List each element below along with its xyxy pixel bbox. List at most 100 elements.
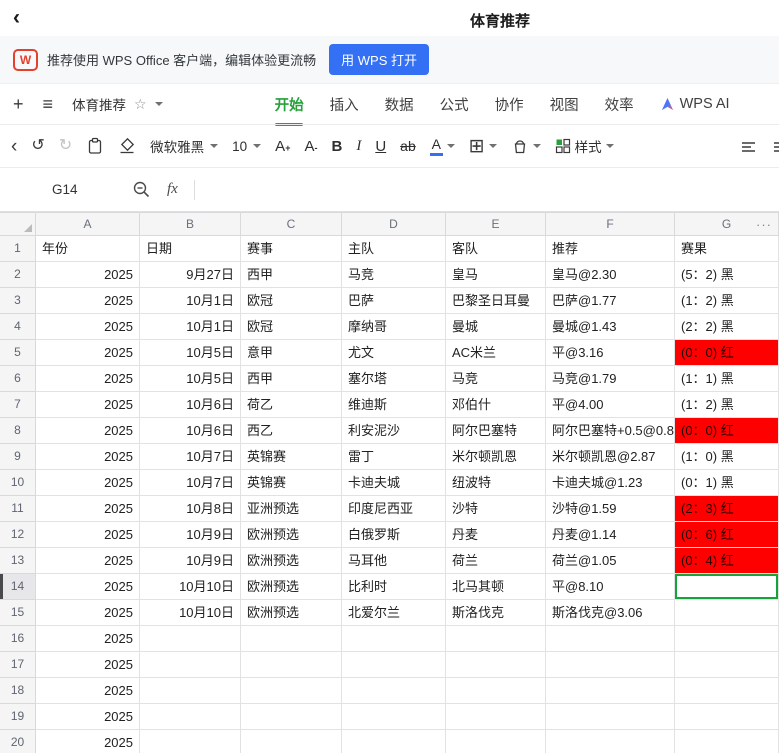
row-number-19[interactable]: 19	[0, 704, 36, 730]
row-number-9[interactable]: 9	[0, 444, 36, 470]
cell-E4[interactable]: 曼城	[446, 314, 546, 340]
cell-A5[interactable]: 2025	[36, 340, 140, 366]
menu-icon[interactable]: ≡	[43, 94, 54, 115]
cell-A19[interactable]: 2025	[36, 704, 140, 730]
cell-D1[interactable]: 主队	[342, 236, 446, 262]
fx-icon[interactable]: fx	[167, 181, 178, 198]
cell-C18[interactable]	[241, 678, 342, 704]
row-number-17[interactable]: 17	[0, 652, 36, 678]
cell-G15[interactable]	[675, 600, 779, 626]
tab-wps-ai[interactable]: WPS AI	[660, 92, 730, 116]
cell-G12[interactable]: (0：6) 红	[675, 522, 779, 548]
redo-icon[interactable]: ↻	[59, 138, 72, 154]
cell-B2[interactable]: 9月27日	[140, 262, 241, 288]
cell-E11[interactable]: 沙特	[446, 496, 546, 522]
cell-D2[interactable]: 马竞	[342, 262, 446, 288]
cell-G16[interactable]	[675, 626, 779, 652]
cell-F8[interactable]: 阿尔巴塞特+0.5@0.8	[546, 418, 675, 444]
cell-styles-button[interactable]: 样式	[555, 136, 614, 156]
cell-D15[interactable]: 北爱尔兰	[342, 600, 446, 626]
cell-C12[interactable]: 欧洲预选	[241, 522, 342, 548]
cell-B11[interactable]: 10月8日	[140, 496, 241, 522]
tab-home[interactable]: 开始	[275, 90, 304, 119]
fill-color-button[interactable]	[511, 138, 541, 155]
cell-A2[interactable]: 2025	[36, 262, 140, 288]
cell-C10[interactable]: 英锦赛	[241, 470, 342, 496]
cell-F14[interactable]: 平@8.10	[546, 574, 675, 600]
cell-B4[interactable]: 10月1日	[140, 314, 241, 340]
cell-B9[interactable]: 10月7日	[140, 444, 241, 470]
row-number-4[interactable]: 4	[0, 314, 36, 340]
row-number-3[interactable]: 3	[0, 288, 36, 314]
borders-button[interactable]: ⊞	[469, 137, 497, 156]
cell-B13[interactable]: 10月9日	[140, 548, 241, 574]
cell-F18[interactable]	[546, 678, 675, 704]
cell-F16[interactable]	[546, 626, 675, 652]
cell-A9[interactable]: 2025	[36, 444, 140, 470]
row-number-13[interactable]: 13	[0, 548, 36, 574]
cell-D20[interactable]	[342, 730, 446, 753]
cell-C16[interactable]	[241, 626, 342, 652]
column-header-b[interactable]: B	[140, 213, 241, 236]
cell-E6[interactable]: 马竞	[446, 366, 546, 392]
cell-F17[interactable]	[546, 652, 675, 678]
cell-D18[interactable]	[342, 678, 446, 704]
cell-A17[interactable]: 2025	[36, 652, 140, 678]
cell-F19[interactable]	[546, 704, 675, 730]
cell-E13[interactable]: 荷兰	[446, 548, 546, 574]
cell-F20[interactable]	[546, 730, 675, 753]
cell-G11[interactable]: (2：3) 红	[675, 496, 779, 522]
cell-D9[interactable]: 雷丁	[342, 444, 446, 470]
cell-G6[interactable]: (1：1) 黑	[675, 366, 779, 392]
cell-D19[interactable]	[342, 704, 446, 730]
row-number-11[interactable]: 11	[0, 496, 36, 522]
cell-D17[interactable]	[342, 652, 446, 678]
cell-D7[interactable]: 维迪斯	[342, 392, 446, 418]
cell-D3[interactable]: 巴萨	[342, 288, 446, 314]
cell-C5[interactable]: 意甲	[241, 340, 342, 366]
cell-A16[interactable]: 2025	[36, 626, 140, 652]
column-header-a[interactable]: A	[36, 213, 140, 236]
cell-G4[interactable]: (2：2) 黑	[675, 314, 779, 340]
back-icon[interactable]: ‹	[13, 6, 20, 30]
cell-B16[interactable]	[140, 626, 241, 652]
document-title[interactable]: 体育推荐	[72, 94, 126, 114]
cell-D4[interactable]: 摩纳哥	[342, 314, 446, 340]
cell-G10[interactable]: (0：1) 黑	[675, 470, 779, 496]
cell-G7[interactable]: (1：2) 黑	[675, 392, 779, 418]
cell-E7[interactable]: 邓伯什	[446, 392, 546, 418]
cell-F6[interactable]: 马竞@1.79	[546, 366, 675, 392]
new-sheet-icon[interactable]: +	[13, 94, 24, 115]
cell-A7[interactable]: 2025	[36, 392, 140, 418]
cell-E17[interactable]	[446, 652, 546, 678]
cell-G3[interactable]: (1：2) 黑	[675, 288, 779, 314]
clear-format-icon[interactable]	[118, 137, 136, 155]
column-header-d[interactable]: D	[342, 213, 446, 236]
cell-D11[interactable]: 印度尼西亚	[342, 496, 446, 522]
decrease-font-icon[interactable]: A-	[304, 138, 317, 155]
cell-C1[interactable]: 赛事	[241, 236, 342, 262]
cell-C4[interactable]: 欧冠	[241, 314, 342, 340]
cell-G20[interactable]	[675, 730, 779, 753]
undo-icon[interactable]: ↺	[31, 138, 44, 154]
cell-E14[interactable]: 北马其顿	[446, 574, 546, 600]
column-header-e[interactable]: E	[446, 213, 546, 236]
cell-C6[interactable]: 西甲	[241, 366, 342, 392]
favorite-star-icon[interactable]: ☆	[134, 96, 147, 113]
cell-G8[interactable]: (0：0) 红	[675, 418, 779, 444]
cell-G17[interactable]	[675, 652, 779, 678]
cell-E5[interactable]: AC米兰	[446, 340, 546, 366]
cell-G19[interactable]	[675, 704, 779, 730]
cell-A12[interactable]: 2025	[36, 522, 140, 548]
font-color-button[interactable]: A	[430, 137, 455, 156]
cell-G2[interactable]: (5：2) 黑	[675, 262, 779, 288]
strikethrough-icon[interactable]: ab	[400, 138, 416, 154]
cell-G13[interactable]: (0：4) 红	[675, 548, 779, 574]
cell-A1[interactable]: 年份	[36, 236, 140, 262]
tab-efficiency[interactable]: 效率	[605, 90, 634, 119]
bold-icon[interactable]: B	[331, 138, 342, 155]
cell-D10[interactable]: 卡迪夫城	[342, 470, 446, 496]
tab-collaborate[interactable]: 协作	[495, 90, 524, 119]
cell-E1[interactable]: 客队	[446, 236, 546, 262]
cell-F9[interactable]: 米尔顿凯恩@2.87	[546, 444, 675, 470]
